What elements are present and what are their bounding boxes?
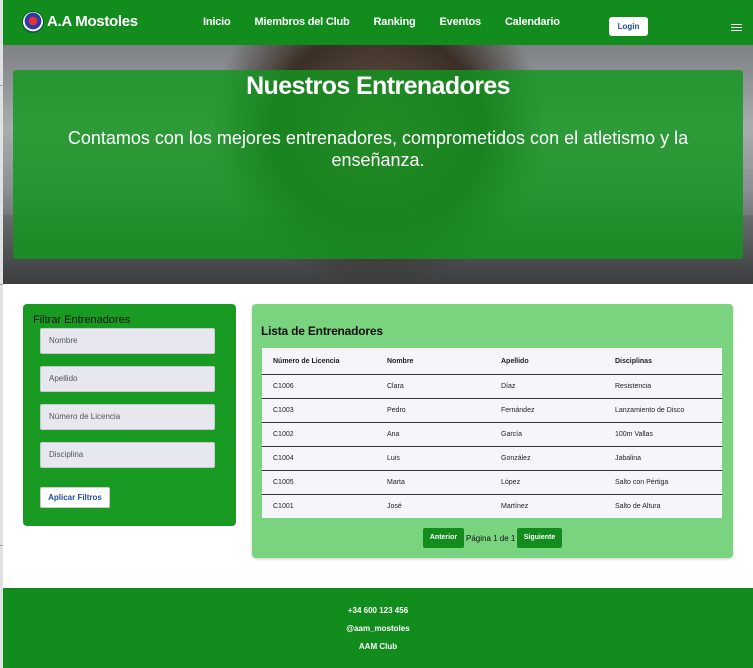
trainer-table: Número de Licencia Nombre Apellido Disci…: [262, 348, 722, 518]
table-row: C1005 Marta López Salto con Pértiga: [262, 470, 722, 495]
table-cell: Marta: [376, 470, 490, 495]
table-cell: Luis: [376, 446, 490, 471]
table-cell: Clara: [376, 374, 490, 399]
login-button[interactable]: Login: [609, 17, 648, 36]
column-header: Apellido: [490, 348, 604, 375]
column-header: Nombre: [376, 348, 490, 375]
table-row: C1006 Clara Díaz Resistencia: [262, 374, 722, 399]
next-page-button[interactable]: Siguiente: [517, 528, 562, 548]
table-cell: Resistencia: [604, 374, 722, 399]
trainer-list-panel: Lista de Entrenadores Número de Licencia…: [252, 304, 733, 558]
footer: +34 600 123 456 @aam_mostoles AAM Club: [3, 588, 753, 668]
navbar: A.A Mostoles Inicio Miembros del Club Ra…: [3, 0, 753, 45]
table-row: C1001 José Martínez Salto de Altura: [262, 495, 722, 519]
filter-title: Filtrar Entrenadores: [33, 314, 131, 326]
nav-link-miembros[interactable]: Miembros del Club: [255, 16, 350, 28]
nav-link-calendario[interactable]: Calendario: [505, 16, 560, 28]
table-cell: C1004: [262, 446, 376, 471]
footer-club-name: AAM Club: [358, 642, 398, 651]
nav-link-inicio[interactable]: Inicio: [203, 16, 231, 28]
apellido-input[interactable]: [40, 366, 215, 392]
table-cell: Ana: [376, 422, 490, 447]
nav-link-eventos[interactable]: Eventos: [440, 16, 482, 28]
footer-social-handle: @aam_mostoles: [346, 624, 410, 633]
table-cell: C1003: [262, 398, 376, 423]
table-row: C1002 Ana García 100m Vallas: [262, 422, 722, 447]
previous-page-button[interactable]: Anterior: [423, 528, 464, 548]
disciplina-input[interactable]: [40, 442, 215, 468]
table-row: C1004 Luis González Jabalina: [262, 446, 722, 471]
table-cell: González: [490, 446, 604, 471]
hero-title: Nuestros Entrenadores: [246, 72, 510, 100]
filter-panel: Filtrar Entrenadores Aplicar Filtros: [23, 304, 236, 526]
column-header: Número de Licencia: [262, 348, 376, 375]
club-logo-icon[interactable]: [23, 12, 43, 32]
list-title: Lista de Entrenadores: [261, 324, 383, 338]
table-cell: Salto con Pértiga: [604, 470, 722, 495]
table-cell: C1002: [262, 422, 376, 447]
page-indicator: Página 1 de 1: [466, 534, 516, 543]
licencia-input[interactable]: [40, 404, 215, 430]
table-cell: C1006: [262, 374, 376, 399]
pagination: Anterior Página 1 de 1 Siguiente: [252, 528, 733, 548]
table-cell: Salto de Altura: [615, 503, 661, 510]
nombre-input[interactable]: [40, 328, 215, 354]
table-cell: Fernández: [490, 398, 604, 423]
table-cell: José: [387, 503, 402, 510]
table-cell: López: [490, 470, 604, 495]
table-cell: Lanzamiento de Disco: [604, 398, 722, 423]
page: A.A Mostoles Inicio Miembros del Club Ra…: [3, 0, 753, 668]
table-cell: Martínez: [501, 503, 529, 510]
apply-filters-button[interactable]: Aplicar Filtros: [40, 487, 110, 508]
table-cell: Jabalina: [604, 446, 722, 471]
nav-links: Inicio Miembros del Club Ranking Eventos…: [203, 16, 584, 28]
nav-link-ranking[interactable]: Ranking: [374, 16, 416, 28]
table-cell: 100m Vallas: [604, 422, 722, 447]
table-cell: Díaz: [490, 374, 604, 399]
brand-name[interactable]: A.A Mostoles: [47, 13, 138, 30]
table-header-row: Número de Licencia Nombre Apellido Disci…: [262, 348, 722, 375]
hero-subtitle: Contamos con los mejores entrenadores, c…: [67, 128, 689, 170]
table-cell: Pedro: [376, 398, 490, 423]
footer-phone: +34 600 123 456: [347, 606, 409, 615]
table-cell: García: [490, 422, 604, 447]
table-row: C1003 Pedro Fernández Lanzamiento de Dis…: [262, 398, 722, 423]
table-cell: C1005: [262, 470, 376, 495]
table-cell: C1001: [273, 503, 294, 510]
column-header: Disciplinas: [604, 348, 722, 375]
hamburger-menu-icon[interactable]: [731, 24, 742, 32]
